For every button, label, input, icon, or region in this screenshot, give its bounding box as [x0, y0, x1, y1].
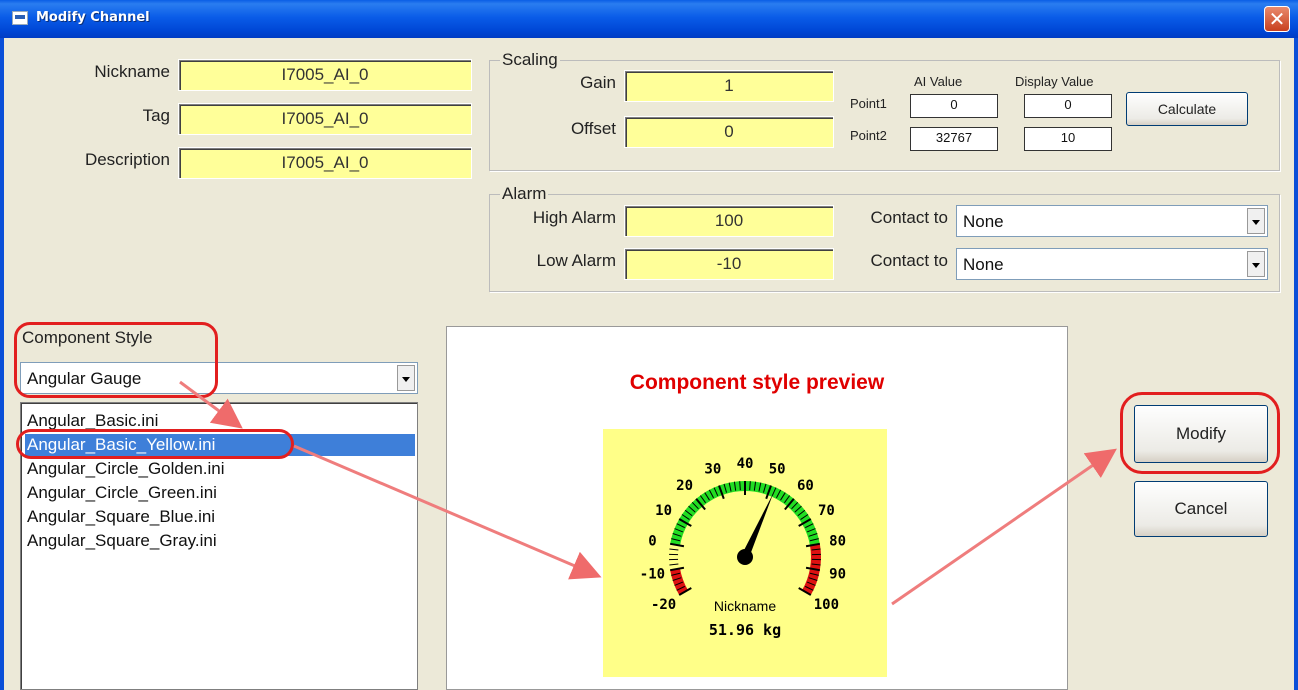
list-item[interactable]: Angular_Circle_Golden.ini — [27, 458, 225, 480]
point1-label: Point1 — [850, 96, 887, 111]
point1-display-field[interactable]: 0 — [1024, 94, 1112, 118]
gauge-tick-label: 100 — [814, 597, 839, 613]
high-alarm-field[interactable]: 100 — [624, 205, 834, 237]
gauge-tick-label: 20 — [676, 478, 693, 494]
cancel-button[interactable]: Cancel — [1134, 481, 1268, 537]
high-contact-select[interactable]: None — [956, 205, 1268, 237]
gauge-tick-label: 90 — [829, 566, 846, 582]
window-title: Modify Channel — [36, 10, 150, 25]
gauge-tick-label: 70 — [818, 503, 835, 519]
gauge-minor-tick — [749, 481, 751, 491]
annotation-circle-modify — [1120, 392, 1280, 474]
list-item[interactable]: Angular_Circle_Green.ini — [27, 482, 217, 504]
angular-gauge: -20 -10 0 10 20 30 40 50 60 70 80 90 100 Nickname 51.9… — [603, 429, 887, 677]
gauge-tick-label: 50 — [769, 462, 786, 478]
point2-label: Point2 — [850, 128, 887, 143]
low-alarm-field[interactable]: -10 — [624, 248, 834, 280]
gauge-tick-label: 10 — [655, 503, 672, 519]
close-button[interactable]: ✕ — [1264, 6, 1290, 32]
gauge-hub — [737, 549, 753, 565]
window-icon — [12, 11, 28, 25]
low-alarm-label: Low Alarm — [536, 251, 616, 270]
gauge-tick-label: -20 — [651, 597, 676, 613]
gain-field[interactable]: 1 — [624, 70, 834, 102]
point2-display-field[interactable]: 10 — [1024, 127, 1112, 151]
low-contact-value: None — [963, 255, 1004, 274]
chevron-down-icon[interactable] — [1247, 251, 1265, 277]
gauge-tick-label: 80 — [829, 534, 846, 550]
gauge-tick-label: -10 — [640, 566, 665, 582]
low-contact-select[interactable]: None — [956, 248, 1268, 280]
gauge-major-tick — [669, 566, 685, 572]
high-contact-label: Contact to — [870, 208, 949, 227]
gauge-minor-tick — [669, 548, 679, 551]
scaling-legend: Scaling — [500, 50, 560, 69]
chevron-down-icon[interactable] — [397, 365, 415, 391]
gauge-tick-label: 30 — [704, 462, 721, 478]
annotation-circle-selected-file — [16, 429, 294, 459]
gauge-tick-label: 40 — [737, 456, 754, 472]
window-border-right — [1294, 38, 1298, 690]
gauge-tick-label: 0 — [648, 534, 656, 550]
offset-field[interactable]: 0 — [624, 116, 834, 148]
tag-label: Tag — [142, 106, 170, 125]
offset-label: Offset — [570, 119, 616, 138]
description-label: Description — [84, 150, 170, 169]
high-alarm-label: High Alarm — [532, 208, 616, 227]
tag-field[interactable]: I7005_AI_0 — [178, 103, 472, 135]
ai-value-header: AI Value — [914, 74, 963, 89]
annotation-circle-component-style — [14, 322, 218, 398]
gauge-tick-label: 60 — [797, 478, 814, 494]
chevron-down-icon[interactable] — [1247, 208, 1265, 234]
alarm-legend: Alarm — [500, 184, 549, 203]
nickname-label: Nickname — [94, 62, 170, 81]
gauge-svg: -20 -10 0 1020 30 40 50 6070 80 90 100 Nickname 51.9… — [640, 456, 846, 639]
preview-panel: Component style preview -20 -10 0 10 20 30 40 5… — [446, 326, 1068, 690]
gauge-minor-tick — [669, 563, 679, 566]
calculate-button[interactable]: Calculate — [1126, 92, 1248, 126]
gain-label: Gain — [580, 73, 616, 92]
title-bar: Modify Channel ✕ — [0, 0, 1298, 38]
gauge-major-tick — [669, 542, 685, 548]
nickname-field[interactable]: I7005_AI_0 — [178, 59, 472, 91]
point2-ai-field[interactable]: 32767 — [910, 127, 998, 151]
list-item[interactable]: Angular_Square_Blue.ini — [27, 506, 215, 528]
gauge-minor-tick — [739, 481, 741, 491]
low-contact-label: Contact to — [870, 251, 949, 270]
preview-title: Component style preview — [629, 371, 885, 394]
gauge-reading: 51.96 kg — [709, 621, 781, 639]
list-item[interactable]: Angular_Square_Gray.ini — [27, 530, 217, 552]
window-border-left — [0, 38, 4, 690]
display-value-header: Display Value — [1015, 74, 1094, 89]
high-contact-value: None — [963, 212, 1004, 231]
gauge-needle — [741, 493, 774, 559]
description-field[interactable]: I7005_AI_0 — [178, 147, 472, 179]
point1-ai-field[interactable]: 0 — [910, 94, 998, 118]
gauge-label: Nickname — [714, 598, 776, 614]
